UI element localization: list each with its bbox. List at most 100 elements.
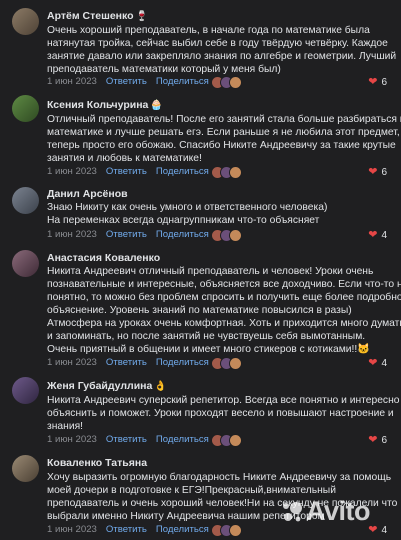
heart-icon: ❤	[368, 229, 378, 241]
comment-line: Отличный преподаватель! После его заняти…	[47, 114, 401, 125]
comment-line: натянутая тройка, сейчас выбил себе в го…	[47, 38, 388, 49]
author-name[interactable]: Анастасия Коваленко	[47, 252, 160, 264]
like-count: 4	[381, 358, 387, 369]
share-button[interactable]: Поделиться	[156, 524, 209, 535]
avatar[interactable]	[12, 187, 39, 214]
comment-line: и запоминать, но после занятий не чувств…	[47, 331, 366, 342]
comment-date: 1 июн 2023	[47, 524, 97, 535]
comment-date: 1 июн 2023	[47, 76, 97, 87]
like-button[interactable]: ❤ 4	[368, 523, 387, 536]
avatar[interactable]	[12, 455, 39, 482]
comment-text: Знаю Никиту как очень умного и ответстве…	[47, 201, 392, 227]
comment-meta: 1 июн 2023 Ответить Поделиться	[47, 166, 209, 177]
author-name[interactable]: Ксения Кольчурина 🧁	[47, 99, 163, 111]
avatar[interactable]	[12, 95, 39, 122]
reply-button[interactable]: Ответить	[106, 434, 147, 445]
comment-text: Очень хороший преподаватель, в начале го…	[47, 24, 397, 76]
like-button[interactable]: ❤ 6	[368, 165, 387, 178]
like-button[interactable]: ❤ 4	[368, 228, 387, 241]
comment-date: 1 июн 2023	[47, 229, 97, 240]
comment-line: Очень приятный в общении и имеет много с…	[47, 344, 371, 355]
liker-avatar	[229, 357, 242, 370]
comment-line: занятие давало или закрепляло знания по …	[47, 51, 397, 62]
author-name-text[interactable]: Коваленко Татьяна	[47, 457, 147, 469]
avito-watermark: Avito	[283, 496, 371, 527]
wine-emoji-icon: 🍷	[135, 11, 149, 22]
comment-line: занятия и любовь к математике!	[47, 153, 202, 164]
comment-line: Хочу выразить огромную благодарность Ник…	[47, 472, 392, 483]
comment-date: 1 июн 2023	[47, 357, 97, 368]
liker-avatar	[229, 229, 242, 242]
comment-line: Очень хороший преподаватель, в начале го…	[47, 25, 370, 36]
author-name[interactable]: Женя Губайдуллина 👌	[47, 380, 167, 392]
liker-avatar	[229, 434, 242, 447]
comment-text: Никита Андреевич суперский репетитор. Вс…	[47, 394, 400, 433]
reply-button[interactable]: Ответить	[106, 357, 147, 368]
author-name[interactable]: Коваленко Татьяна	[47, 457, 147, 469]
liker-avatar	[229, 166, 242, 179]
reply-button[interactable]: Ответить	[106, 524, 147, 535]
author-name[interactable]: Данил Арсёнов	[47, 188, 128, 200]
comment-date: 1 июн 2023	[47, 434, 97, 445]
reply-button[interactable]: Ответить	[106, 229, 147, 240]
liked-by-avatars[interactable]	[211, 434, 242, 447]
share-button[interactable]: Поделиться	[156, 357, 209, 368]
comment-meta: 1 июн 2023 Ответить Поделиться	[47, 76, 209, 87]
liked-by-avatars[interactable]	[211, 166, 242, 179]
author-name-text[interactable]: Ксения Кольчурина	[47, 99, 148, 111]
reply-button[interactable]: Ответить	[106, 76, 147, 87]
share-button[interactable]: Поделиться	[156, 76, 209, 87]
comment-line: теперь просто его обожаю. Спасибо Никите…	[47, 140, 396, 151]
avatar[interactable]	[12, 250, 39, 277]
like-count: 6	[381, 167, 387, 178]
comment-line: Никита Андреевич суперский репетитор. Вс…	[47, 395, 400, 406]
avatar[interactable]	[12, 377, 39, 404]
comment-meta: 1 июн 2023 Ответить Поделиться	[47, 229, 209, 240]
like-count: 6	[381, 77, 387, 88]
like-button[interactable]: ❤ 6	[368, 433, 387, 446]
comment-line: понятно, то можно без проблем спросить и…	[47, 292, 401, 303]
share-button[interactable]: Поделиться	[156, 166, 209, 177]
like-count: 4	[381, 525, 387, 536]
share-button[interactable]: Поделиться	[156, 229, 209, 240]
comment-line: Знаю Никиту как очень умного и ответстве…	[47, 202, 328, 213]
liked-by-avatars[interactable]	[211, 76, 242, 89]
author-name-text[interactable]: Артём Стешенко	[47, 10, 134, 22]
comment-text: Отличный преподаватель! После его заняти…	[47, 113, 401, 165]
comment-line: На переменках всегда однагруппникам что-…	[47, 215, 320, 226]
heart-icon: ❤	[368, 357, 378, 369]
comment-line: объяснение. Уровень знаний по математике…	[47, 305, 352, 316]
comment-line: объяснить и поможет. Уроки проходят весе…	[47, 408, 394, 419]
comment-meta: 1 июн 2023 Ответить Поделиться	[47, 357, 209, 368]
comment-meta: 1 июн 2023 Ответить Поделиться	[47, 524, 209, 535]
like-count: 6	[381, 435, 387, 446]
comment-date: 1 июн 2023	[47, 166, 97, 177]
liked-by-avatars[interactable]	[211, 229, 242, 242]
liked-by-avatars[interactable]	[211, 357, 242, 370]
heart-icon: ❤	[368, 166, 378, 178]
avatar[interactable]	[12, 8, 39, 35]
like-button[interactable]: ❤ 4	[368, 356, 387, 369]
author-name-text[interactable]: Анастасия Коваленко	[47, 252, 160, 264]
like-count: 4	[381, 230, 387, 241]
cupcake-emoji-icon: 🧁	[150, 100, 163, 111]
liker-avatar	[229, 524, 242, 537]
liker-avatar	[229, 76, 242, 89]
comment-line: Никита Андреевич отличный преподаватель …	[47, 266, 374, 277]
like-button[interactable]: ❤ 6	[368, 75, 387, 88]
author-name[interactable]: Артём Стешенко 🍷	[47, 10, 148, 22]
comment-meta: 1 июн 2023 Ответить Поделиться	[47, 434, 209, 445]
author-name-text[interactable]: Данил Арсёнов	[47, 188, 128, 200]
comment-text: Никита Андреевич отличный преподаватель …	[47, 265, 401, 356]
share-button[interactable]: Поделиться	[156, 434, 209, 445]
reply-button[interactable]: Ответить	[106, 166, 147, 177]
avito-watermark-text: Avito	[306, 496, 371, 526]
comment-line: Атмосфера на уроках очень комфортная. Хо…	[47, 318, 401, 329]
avito-logo-icon	[283, 502, 302, 522]
comment-line: преподаватель математики который у меня …	[47, 64, 281, 75]
comment-line: познавательные и интересные, объясняется…	[47, 279, 401, 290]
ok-hand-emoji-icon: 👌	[154, 381, 167, 392]
author-name-text[interactable]: Женя Губайдуллина	[47, 380, 152, 392]
liked-by-avatars[interactable]	[211, 524, 242, 537]
comment-line: знания!	[47, 421, 84, 432]
